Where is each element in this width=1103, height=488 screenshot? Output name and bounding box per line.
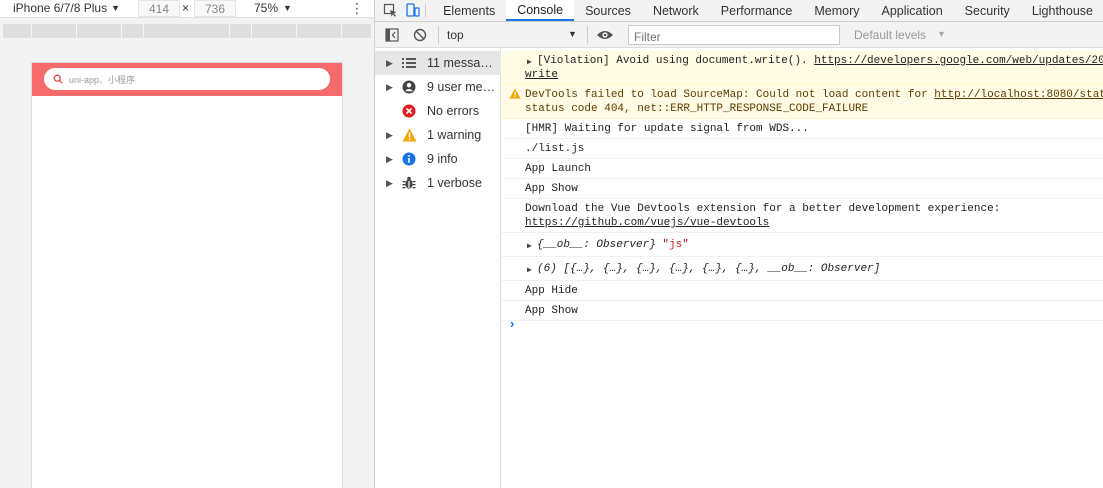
sidebar-item-errors[interactable]: No errors <box>375 99 501 123</box>
message-text: ./list.js <box>525 143 585 155</box>
devtools-panel: Elements Console Sources Network Perform… <box>374 0 1103 488</box>
sidebar-item-label: No errors <box>427 104 480 118</box>
tab-elements[interactable]: Elements <box>432 0 506 21</box>
filter-input[interactable] <box>628 25 840 45</box>
expand-arrow-icon: ▶ <box>386 177 393 188</box>
console-message[interactable]: [HMR] Waiting for update signal from WDS… <box>502 119 1103 139</box>
console-message-array[interactable]: ▶ (6) [{…}, {…}, {…}, {…}, {…}, {…}, __o… <box>502 257 1103 281</box>
inspect-element-icon[interactable] <box>379 0 401 21</box>
sidebar-toggle-icon[interactable] <box>384 27 400 43</box>
device-select[interactable]: iPhone 6/7/8 Plus ▼ <box>13 1 120 15</box>
dimension-separator: × <box>182 1 190 15</box>
sidebar-item-label: 11 messages <box>427 56 499 70</box>
tab-lighthouse[interactable]: Lighthouse <box>1021 0 1103 21</box>
console-message[interactable]: App Show <box>502 179 1103 199</box>
sidebar-item-label: 1 warning <box>427 128 482 142</box>
sourcemap-link[interactable]: http://localhost:8080/stat <box>934 89 1103 101</box>
message-text: [HMR] Waiting for update signal from WDS… <box>525 123 809 135</box>
tab-performance[interactable]: Performance <box>710 0 804 21</box>
sidebar-item-messages[interactable]: ▶ 11 messages <box>375 51 501 75</box>
console-message[interactable]: Download the Vue Devtools extension for … <box>502 199 1103 233</box>
expand-arrow-icon: ▶ <box>386 153 393 164</box>
more-options-icon[interactable]: ⋮ <box>350 0 364 16</box>
error-icon <box>401 103 417 119</box>
expand-arrow-icon: ▶ <box>527 266 532 275</box>
console-prompt[interactable]: › <box>510 316 514 331</box>
log-levels-select[interactable]: Default levels <box>854 28 926 42</box>
sidebar-item-label: 1 verbose <box>427 176 482 190</box>
chevron-down-icon: ▼ <box>568 29 577 39</box>
console-message-warning[interactable]: DevTools failed to load SourceMap: Could… <box>502 85 1103 119</box>
vue-devtools-link[interactable]: https://github.com/vuejs/vue-devtools <box>525 217 769 229</box>
expand-arrow-icon: ▶ <box>386 57 393 68</box>
context-select[interactable]: top <box>447 28 464 42</box>
app-nav-bar: uni-app、小程序 <box>32 63 342 96</box>
list-icon <box>401 55 417 71</box>
device-emulation-pane: iPhone 6/7/8 Plus ▼ 414 × 736 75% ▼ ⋮ un… <box>0 0 374 488</box>
sidebar-item-label: 9 user messages <box>427 80 499 94</box>
console-toolbar: top ▼ Default levels ▼ <box>375 22 1103 48</box>
chevron-down-icon: ▼ <box>111 3 120 13</box>
message-text: App Show <box>525 305 578 317</box>
violation-link[interactable]: https://developers.google.com/web/update… <box>814 55 1103 67</box>
expand-arrow-icon: ▶ <box>386 129 393 140</box>
info-icon <box>401 151 417 167</box>
array-preview: (6) [{…}, {…}, {…}, {…}, {…}, {…}, __ob_… <box>537 263 881 275</box>
expand-arrow-icon: ▶ <box>527 242 532 251</box>
chevron-down-icon: ▼ <box>937 29 946 39</box>
violation-link-continued[interactable]: write <box>525 69 558 81</box>
expand-arrow-icon: ▶ <box>386 81 393 92</box>
search-icon <box>53 74 63 84</box>
message-text: Download the Vue Devtools extension for … <box>525 203 1001 215</box>
warning-icon <box>509 88 521 99</box>
sidebar-item-verbose[interactable]: ▶ 1 verbose <box>375 171 501 195</box>
device-toolbar: iPhone 6/7/8 Plus ▼ 414 × 736 75% ▼ ⋮ <box>0 0 374 18</box>
console-message[interactable]: App Launch <box>502 159 1103 179</box>
message-text: App Show <box>525 183 578 195</box>
tab-application[interactable]: Application <box>871 0 954 21</box>
bug-icon <box>401 175 417 191</box>
zoom-select[interactable]: 75% ▼ <box>254 1 292 15</box>
device-viewport: uni-app、小程序 <box>31 62 343 488</box>
tab-security[interactable]: Security <box>954 0 1021 21</box>
user-icon <box>401 79 417 95</box>
eye-icon[interactable] <box>595 27 615 43</box>
tab-console[interactable]: Console <box>506 0 575 21</box>
tab-sources[interactable]: Sources <box>574 0 642 21</box>
search-placeholder: uni-app、小程序 <box>69 74 136 85</box>
console-message[interactable]: App Show <box>502 301 1103 321</box>
message-text: App Launch <box>525 163 592 175</box>
media-query-ruler[interactable] <box>3 24 371 38</box>
width-input[interactable]: 414 <box>138 0 180 17</box>
tab-network[interactable]: Network <box>642 0 710 21</box>
sidebar-item-user-messages[interactable]: ▶ 9 user messages <box>375 75 501 99</box>
console-messages: ▶ [Violation] Avoid using document.write… <box>502 48 1103 488</box>
string-value: "js" <box>662 239 689 251</box>
chevron-down-icon: ▼ <box>283 3 292 13</box>
device-name: iPhone 6/7/8 Plus <box>13 1 108 15</box>
sidebar-item-label: 9 info <box>427 152 458 166</box>
devtools-tabbar: Elements Console Sources Network Perform… <box>375 0 1103 22</box>
sidebar-item-warnings[interactable]: ▶ 1 warning <box>375 123 501 147</box>
height-input[interactable]: 736 <box>194 0 236 17</box>
console-message[interactable]: App Hide <box>502 281 1103 301</box>
zoom-value: 75% <box>254 1 279 15</box>
tab-memory[interactable]: Memory <box>803 0 870 21</box>
object-preview: {__ob__: Observer} <box>537 239 663 251</box>
console-message[interactable]: ./list.js <box>502 139 1103 159</box>
screen: iPhone 6/7/8 Plus ▼ 414 × 736 75% ▼ ⋮ un… <box>0 0 1103 488</box>
message-text: status code 404, net::ERR_HTTP_RESPONSE_… <box>525 103 869 115</box>
console-sidebar: ▶ 11 messages ▶ 9 user mess No errors ▶ … <box>375 48 501 488</box>
device-toggle-icon[interactable] <box>401 0 423 21</box>
message-text: [Violation] Avoid using document.write()… <box>537 55 815 67</box>
sidebar-item-info[interactable]: ▶ 9 info <box>375 147 501 171</box>
search-input[interactable]: uni-app、小程序 <box>44 68 330 90</box>
message-text: DevTools failed to load SourceMap: Could… <box>525 89 935 101</box>
console-message-violation[interactable]: ▶ [Violation] Avoid using document.write… <box>502 51 1103 85</box>
console-message-object[interactable]: ▶ {__ob__: Observer} "js" <box>502 233 1103 257</box>
message-text: App Hide <box>525 285 578 297</box>
clear-console-icon[interactable] <box>412 27 428 43</box>
warning-icon <box>401 127 417 143</box>
